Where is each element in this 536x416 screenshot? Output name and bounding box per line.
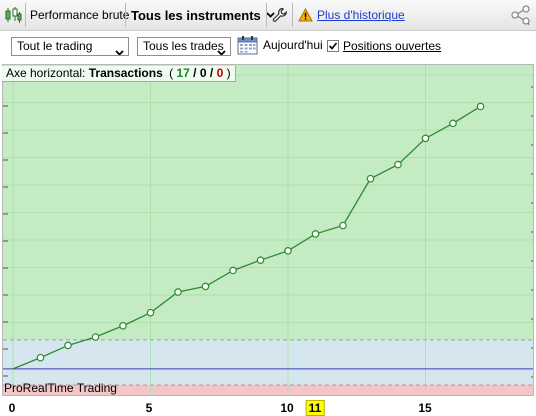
footer-label: ProRealTime Trading <box>4 381 117 395</box>
data-point <box>421 134 430 143</box>
instrument-label: Tous les instruments <box>131 7 261 23</box>
profit-zone <box>3 65 533 340</box>
data-point <box>311 230 320 238</box>
instrument-dropdown[interactable]: Tous les instruments <box>131 0 275 30</box>
open-positions-label[interactable]: Positions ouvertes <box>343 39 441 53</box>
axis-value: Transactions <box>88 66 163 80</box>
mode-label: Performance brute <box>30 8 130 22</box>
count-total: 17 <box>176 66 190 80</box>
scope-select-value: Tout le trading <box>17 39 93 53</box>
x-highlight-label: 11 <box>305 400 325 416</box>
scope-select[interactable]: Tout le trading <box>11 37 129 56</box>
toolbar-divider <box>25 3 26 27</box>
chart-candles-icon[interactable] <box>4 0 22 30</box>
data-point <box>36 353 45 362</box>
wrench-icon[interactable] <box>272 0 288 30</box>
x-tick-label: 0 <box>8 401 16 415</box>
data-point <box>146 308 155 317</box>
chart-header: Axe horizontal: Transactions ( 17 / 0 / … <box>2 66 236 82</box>
x-tick-label: 10 <box>280 401 294 415</box>
data-point <box>256 256 265 264</box>
data-point <box>476 102 485 111</box>
trades-select-value: Tous les trades <box>143 39 224 53</box>
data-point <box>449 119 457 128</box>
count-separator: / <box>193 66 197 80</box>
history-link[interactable]: Plus d'historique <box>317 0 405 30</box>
toolbar-divider <box>266 3 267 27</box>
data-point <box>366 174 375 183</box>
trades-select[interactable]: Tous les trades <box>137 37 231 56</box>
x-tick-label: 15 <box>418 401 432 415</box>
count-separator: / <box>209 66 214 80</box>
x-tick-label: 5 <box>145 401 153 415</box>
warning-icon <box>298 0 313 30</box>
data-point <box>201 282 210 291</box>
count-mid: 0 <box>199 66 207 80</box>
data-point <box>64 341 72 350</box>
data-point <box>174 288 182 296</box>
equity-chart <box>2 64 534 396</box>
toolbar-divider <box>292 3 293 27</box>
data-point <box>394 160 402 169</box>
checkmark-icon <box>328 42 338 50</box>
equity-chart-plot <box>3 65 533 395</box>
axis-label: Axe horizontal: <box>6 66 86 80</box>
count-close-paren: ) <box>226 66 231 80</box>
toolbar: Performance brute Tous les instruments P… <box>0 0 536 31</box>
chevron-down-icon <box>115 44 124 55</box>
history-link-label: Plus d'historique <box>317 8 405 22</box>
chevron-down-icon <box>217 44 226 55</box>
data-point <box>119 321 127 330</box>
count-neg: 0 <box>216 66 224 80</box>
today-label[interactable]: Aujourd'hui <box>263 38 323 52</box>
data-point <box>284 247 292 255</box>
toolbar-divider <box>125 3 126 27</box>
data-point <box>91 333 100 341</box>
open-positions-checkbox[interactable] <box>327 40 339 52</box>
calendar-icon[interactable] <box>237 35 258 58</box>
count-open-paren: ( <box>169 66 174 80</box>
neutral-zone <box>3 339 533 385</box>
mode-button[interactable]: Performance brute <box>30 0 129 30</box>
data-point <box>229 266 237 275</box>
share-icon[interactable] <box>510 0 532 30</box>
data-point <box>339 221 347 230</box>
